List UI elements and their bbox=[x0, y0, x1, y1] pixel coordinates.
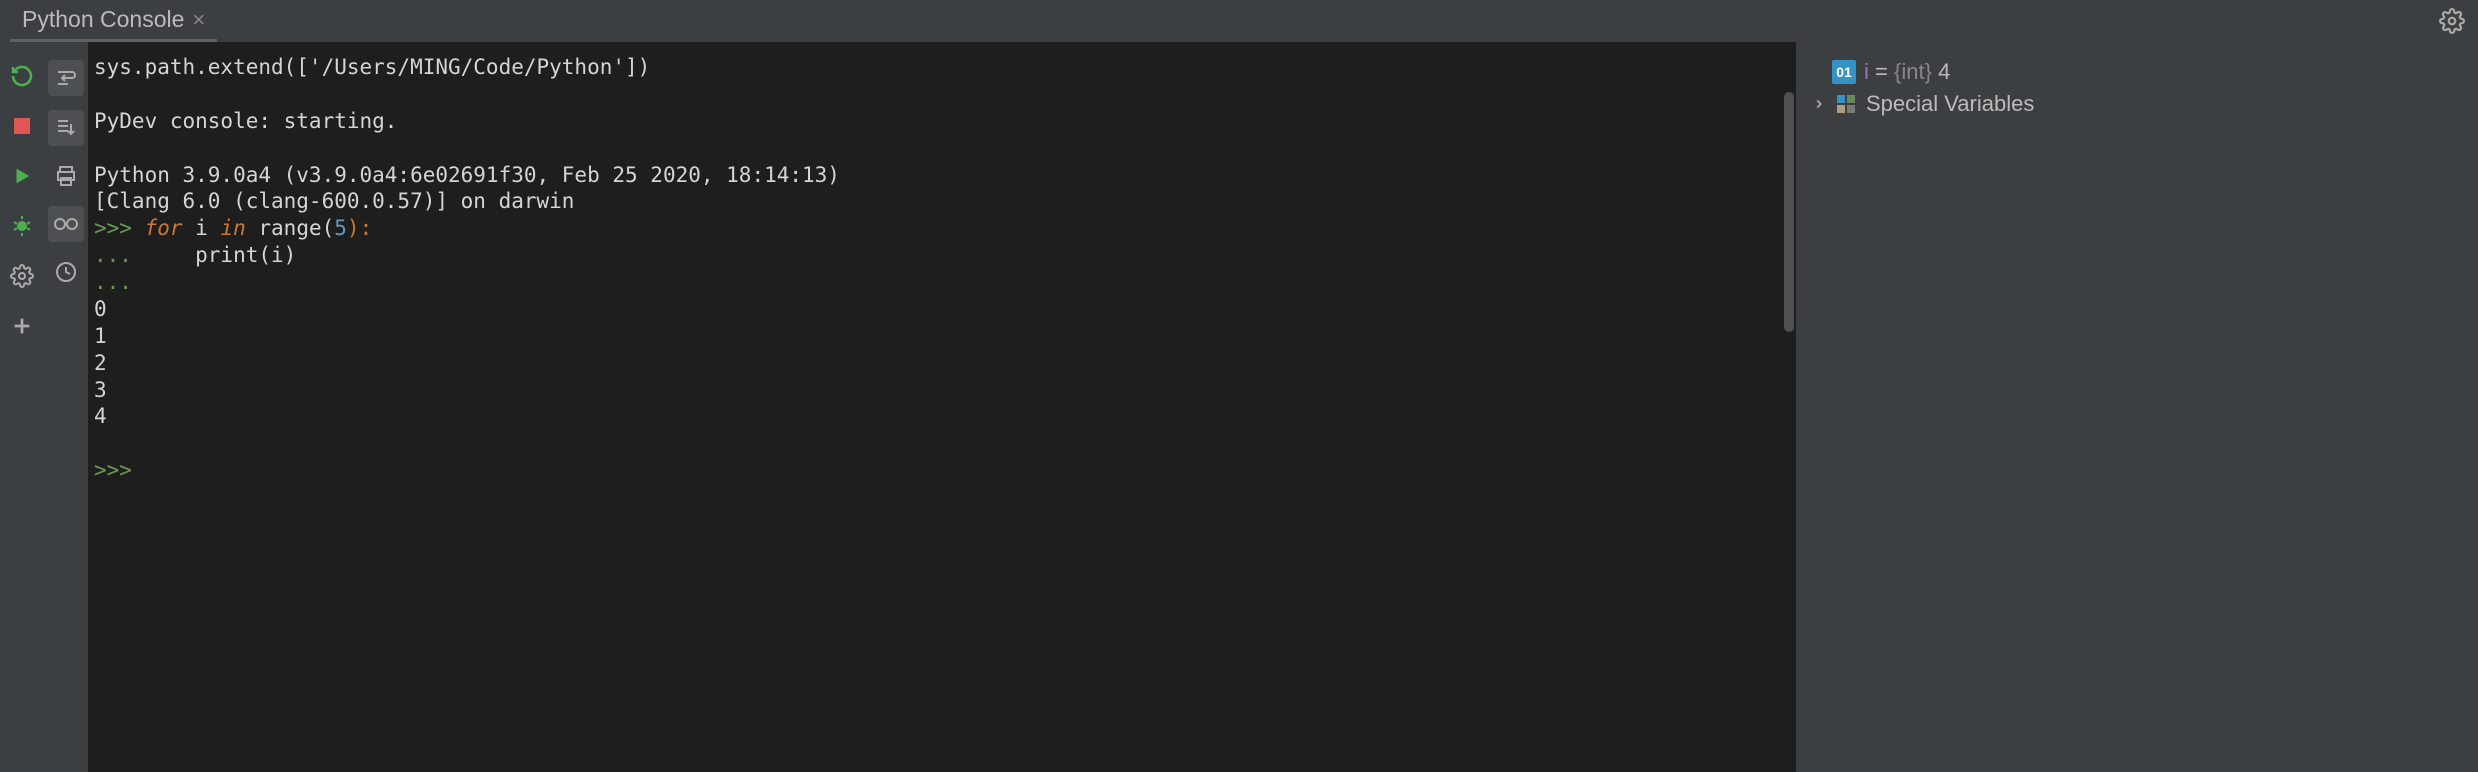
scroll-to-end-icon[interactable] bbox=[48, 110, 84, 146]
scrollbar-thumb[interactable] bbox=[1784, 92, 1794, 332]
tab-bar: Python Console × bbox=[0, 0, 2478, 42]
console-line bbox=[94, 135, 1790, 162]
console-line: 4 bbox=[94, 403, 1790, 430]
new-session-icon[interactable] bbox=[6, 310, 38, 342]
tab-title: Python Console bbox=[22, 6, 184, 33]
console-output[interactable]: sys.path.extend(['/Users/MING/Code/Pytho… bbox=[88, 42, 1796, 772]
soft-wrap-icon[interactable] bbox=[48, 60, 84, 96]
run-icon[interactable] bbox=[6, 160, 38, 192]
console-line: >>> bbox=[94, 457, 1790, 484]
tab-python-console[interactable]: Python Console × bbox=[10, 0, 217, 42]
special-variables-label: Special Variables bbox=[1866, 91, 2034, 117]
settings-icon[interactable] bbox=[6, 260, 38, 292]
show-variables-icon[interactable] bbox=[48, 206, 84, 242]
history-icon[interactable] bbox=[50, 256, 82, 288]
grid-icon bbox=[1834, 92, 1858, 116]
variable-name: i bbox=[1864, 59, 1869, 84]
equals-sign: = bbox=[1875, 59, 1888, 84]
console-line: sys.path.extend(['/Users/MING/Code/Pytho… bbox=[94, 54, 1790, 81]
console-line bbox=[94, 430, 1790, 457]
variable-type: {int} bbox=[1894, 59, 1932, 84]
console-line: Python 3.9.0a4 (v3.9.0a4:6e02691f30, Feb… bbox=[94, 162, 1790, 189]
int-badge-icon: 01 bbox=[1832, 60, 1856, 84]
console-line: >>> for i in range(5): bbox=[94, 215, 1790, 242]
console-line: 2 bbox=[94, 350, 1790, 377]
console-line: 1 bbox=[94, 323, 1790, 350]
console-line: [Clang 6.0 (clang-600.0.57)] on darwin bbox=[94, 188, 1790, 215]
console-line: 0 bbox=[94, 296, 1790, 323]
close-icon[interactable]: × bbox=[192, 9, 205, 31]
print-icon[interactable] bbox=[50, 160, 82, 192]
console-line: PyDev console: starting. bbox=[94, 108, 1790, 135]
debug-icon[interactable] bbox=[6, 210, 38, 242]
variable-row-i[interactable]: 01 i = {int} 4 bbox=[1806, 56, 2468, 88]
variable-value: 4 bbox=[1938, 59, 1950, 84]
secondary-toolbar bbox=[44, 42, 88, 772]
primary-toolbar bbox=[0, 42, 44, 772]
special-variables-row[interactable]: Special Variables bbox=[1806, 88, 2468, 120]
console-line: 3 bbox=[94, 377, 1790, 404]
variables-pane: 01 i = {int} 4 bbox=[1796, 42, 2478, 772]
console-line bbox=[94, 81, 1790, 108]
console-line: ... bbox=[94, 269, 1790, 296]
rerun-icon[interactable] bbox=[6, 60, 38, 92]
gear-icon[interactable] bbox=[2436, 5, 2468, 37]
stop-icon[interactable] bbox=[6, 110, 38, 142]
console-line: ... print(i) bbox=[94, 242, 1790, 269]
chevron-right-icon bbox=[1812, 97, 1826, 111]
